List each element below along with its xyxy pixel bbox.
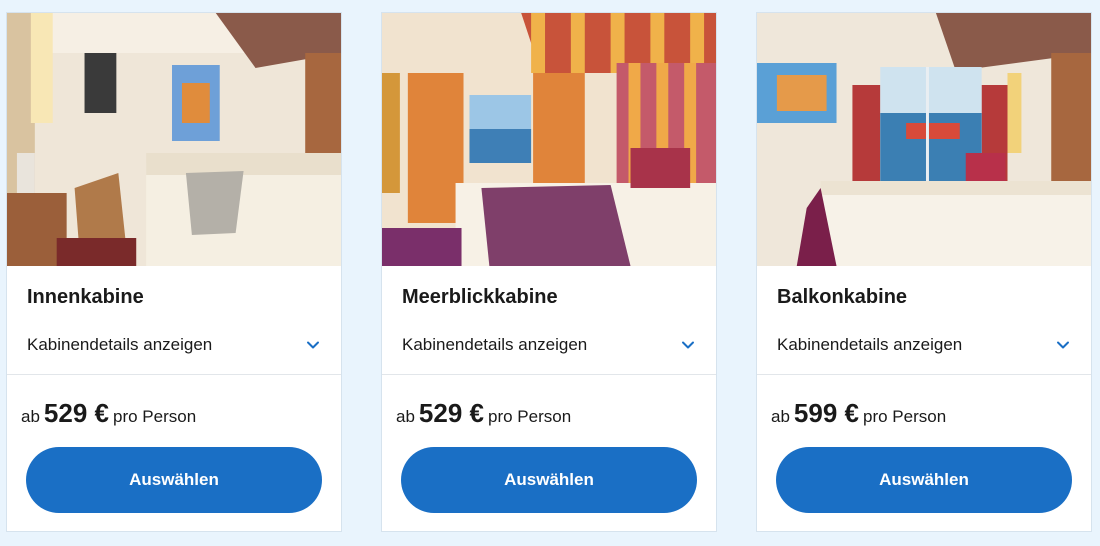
cabin-photo-balcony xyxy=(757,13,1091,266)
select-button[interactable]: Auswählen xyxy=(401,447,697,513)
chevron-down-icon xyxy=(1055,337,1071,353)
cabin-title: Meerblickkabine xyxy=(402,286,558,308)
cabin-price: ab 599 € pro Person xyxy=(771,398,946,429)
cabin-details-toggle[interactable]: Kabinendetails anzeigen xyxy=(27,331,321,359)
cabin-details-label: Kabinendetails anzeigen xyxy=(402,335,588,354)
chevron-down-icon xyxy=(680,337,696,353)
cabin-title: Innenkabine xyxy=(27,286,144,308)
cabin-price: ab 529 € pro Person xyxy=(21,398,196,429)
divider xyxy=(7,374,341,375)
price-prefix: ab xyxy=(771,407,790,426)
cabin-details-label: Kabinendetails anzeigen xyxy=(777,335,963,354)
price-suffix: pro Person xyxy=(863,407,947,426)
select-button[interactable]: Auswählen xyxy=(26,447,322,513)
price-prefix: ab xyxy=(396,407,415,426)
cabin-details-label: Kabinendetails anzeigen xyxy=(27,335,213,354)
cabin-photo-inner xyxy=(7,13,341,266)
cabin-card-sea-view: Meerblickkabine Kabinendetails anzeigen … xyxy=(381,12,717,532)
price-prefix: ab xyxy=(21,407,40,426)
divider xyxy=(757,374,1091,375)
cabin-title: Balkonkabine xyxy=(777,286,908,308)
cabin-card-inner: Innenkabine Kabinendetails anzeigen ab 5… xyxy=(6,12,342,532)
select-button[interactable]: Auswählen xyxy=(776,447,1072,513)
chevron-down-icon xyxy=(305,337,321,353)
cabin-cards: Innenkabine Kabinendetails anzeigen ab 5… xyxy=(0,0,1100,546)
divider xyxy=(382,374,716,375)
price-suffix: pro Person xyxy=(113,407,197,426)
price-amount: 529 € xyxy=(43,398,109,428)
cabin-details-toggle[interactable]: Kabinendetails anzeigen xyxy=(402,331,696,359)
price-amount: 529 € xyxy=(418,398,484,428)
cabin-card-balcony: Balkonkabine Kabinendetails anzeigen ab … xyxy=(756,12,1092,532)
cabin-details-toggle[interactable]: Kabinendetails anzeigen xyxy=(777,331,1071,359)
cabin-photo-sea-view xyxy=(382,13,716,266)
cabin-price: ab 529 € pro Person xyxy=(396,398,571,429)
price-suffix: pro Person xyxy=(488,407,572,426)
price-amount: 599 € xyxy=(793,398,859,428)
